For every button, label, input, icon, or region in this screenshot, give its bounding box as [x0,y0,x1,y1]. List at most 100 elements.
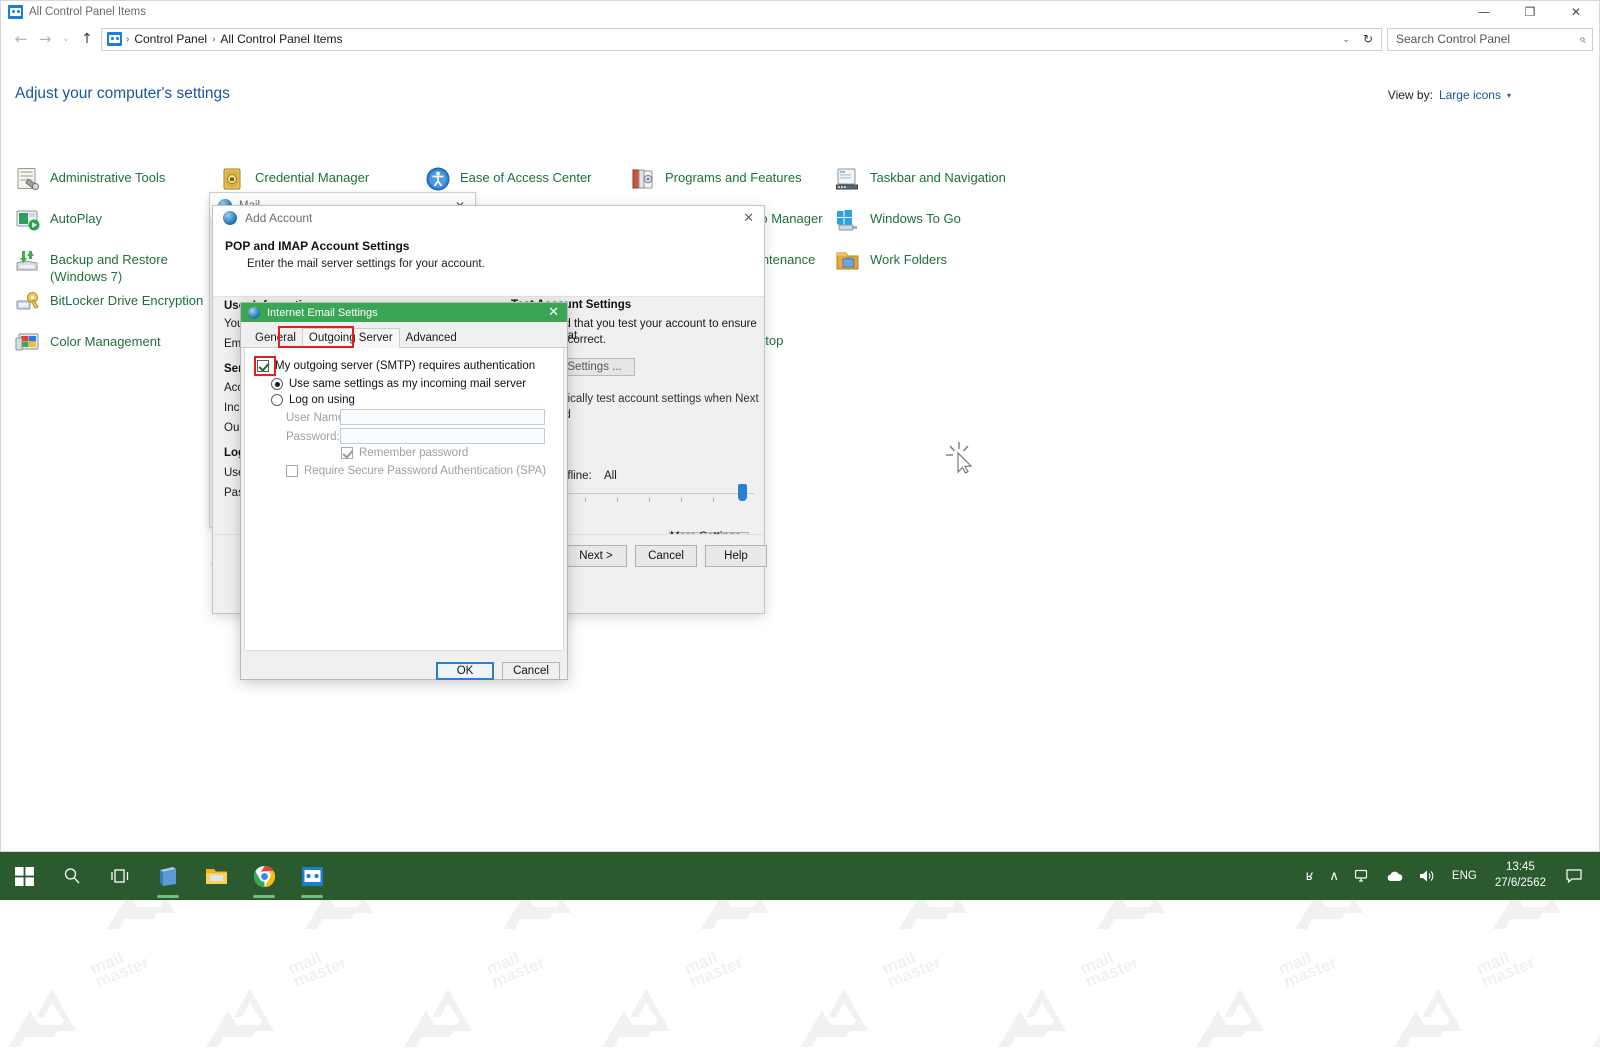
taskbar: ʁ ∧ ENG 13:45 27/6/2562 [0,852,1600,900]
require-spa-row[interactable]: Require Secure Password Authentication (… [286,465,546,477]
control-panel-item-label: Backup and Restore (Windows 7) [50,248,208,285]
add-account-header: POP and IMAP Account Settings Enter the … [213,230,764,297]
watermark-logo [204,974,278,1064]
mail-offline-slider-track[interactable] [558,493,754,494]
grid-empty-cell [835,327,1040,368]
control-panel-item-bitlocker-drive-encryption[interactable]: BitLocker Drive Encryption [15,286,220,327]
cancel-button[interactable]: Cancel [635,545,697,567]
watermark-logo [1392,974,1466,1064]
network-icon[interactable] [1347,852,1378,900]
password-input[interactable] [340,428,545,444]
taskbar-app-chrome[interactable] [240,852,288,900]
smtp-auth-label: My outgoing server (SMTP) requires authe… [275,360,535,372]
credential-manager-icon [220,166,246,192]
mouse-cursor [946,442,972,474]
taskbar-app-control-panel[interactable] [288,852,336,900]
up-button[interactable]: ↑ [75,27,99,51]
show-desktop-button[interactable] [1590,852,1600,900]
volume-icon[interactable] [1411,852,1444,900]
breadcrumb-item-control-panel[interactable]: Control Panel [130,32,211,46]
require-spa-checkbox[interactable] [286,465,298,477]
search-icon[interactable]: ⌕ [1579,32,1586,47]
ies-cancel-button[interactable]: Cancel [502,662,560,680]
smtp-auth-row[interactable]: My outgoing server (SMTP) requires authe… [257,360,535,372]
control-panel-item-label: Taskbar and Navigation [870,166,1006,186]
watermark-logo [798,974,872,1064]
recent-locations-button[interactable]: ⌄ [57,27,75,51]
tab-general[interactable]: General [249,329,302,347]
control-panel-item-programs-and-features[interactable]: Programs and Features [630,163,835,204]
require-spa-label: Require Secure Password Authentication (… [304,465,546,477]
control-panel-item-work-folders[interactable]: Work Folders [835,245,1040,286]
slider-tick [649,497,650,502]
control-panel-item-label: Administrative Tools [50,166,165,186]
chevron-up-icon[interactable]: ∧ [1321,852,1347,900]
user-name-input[interactable] [340,409,545,425]
search-input[interactable]: Search Control Panel ⌕ [1387,28,1593,51]
control-panel-item-backup-and-restore-windows-7[interactable]: Backup and Restore (Windows 7) [15,245,220,286]
people-icon[interactable]: ʁ [1298,852,1322,900]
search-icon [63,867,81,885]
control-panel-item-autoplay[interactable]: AutoPlay [15,204,220,245]
control-panel-item-windows-to-go[interactable]: Windows To Go [835,204,1040,245]
control-panel-item-label: Ease of Access Center [460,166,592,186]
onedrive-icon[interactable] [1378,852,1411,900]
address-dropdown-icon[interactable]: ⌄ [1335,34,1357,45]
control-panel-item-taskbar-and-navigation[interactable]: Taskbar and Navigation [835,163,1040,204]
action-center-icon[interactable] [1558,852,1590,900]
start-button[interactable] [0,852,48,900]
same-settings-row[interactable]: Use same settings as my incoming mail se… [271,378,526,390]
watermark-text: mailmaster [287,943,350,991]
remember-password-row[interactable]: Remember password [341,447,468,459]
work-folders-icon [835,248,861,274]
view-by-label: View by: [1388,88,1433,102]
close-button[interactable]: ✕ [1553,1,1599,23]
language-indicator[interactable]: ENG [1444,852,1485,900]
mail-offline-slider-thumb[interactable] [738,484,747,501]
smtp-auth-checkbox[interactable] [257,360,269,372]
taskbar-app-file-explorer[interactable] [192,852,240,900]
clock-time: 13:45 [1506,860,1535,876]
ies-close-icon[interactable]: ✕ [548,305,559,320]
refresh-icon[interactable]: ↻ [1357,32,1379,46]
maximize-button[interactable]: ❐ [1507,1,1553,23]
help-button[interactable]: Help [705,545,767,567]
watermark-text: mailmaster [1079,943,1142,991]
add-account-heading: POP and IMAP Account Settings [225,239,764,253]
color-management-icon [15,330,41,356]
add-account-titlebar: Add Account ✕ [213,206,764,230]
add-account-title: Add Account [245,211,312,225]
slider-tick [681,497,682,502]
task-view-button[interactable] [96,852,144,900]
log-on-using-row[interactable]: Log on using [271,394,355,406]
view-by-value[interactable]: Large icons [1439,88,1501,102]
next-button[interactable]: Next > [565,545,627,567]
breadcrumb-root-icon[interactable] [107,32,122,46]
log-on-using-radio[interactable] [271,394,283,406]
control-panel-item-administrative-tools[interactable]: Administrative Tools [15,163,220,204]
back-button[interactable]: ← [9,27,33,51]
taskbar-app-store[interactable] [144,852,192,900]
taskbar-search-button[interactable] [48,852,96,900]
autoplay-icon [15,207,41,233]
tab-advanced[interactable]: Advanced [400,329,463,347]
chevron-down-icon[interactable]: ▾ [1507,91,1511,100]
test-account-settings-button[interactable]: t Settings ... [558,358,635,376]
breadcrumb-item-all-items[interactable]: All Control Panel Items [216,32,346,46]
label-email-address: Em [224,338,241,350]
clock[interactable]: 13:45 27/6/2562 [1485,860,1558,891]
ies-titlebar: Internet Email Settings ✕ [241,303,567,322]
watermark-text: mailmaster [485,943,548,991]
ies-title: Internet Email Settings [267,307,378,319]
same-settings-radio[interactable] [271,378,283,390]
breadcrumb[interactable]: › Control Panel › All Control Panel Item… [101,28,1382,51]
add-account-close-icon[interactable]: ✕ [743,211,754,226]
control-panel-item-color-management[interactable]: Color Management [15,327,220,368]
minimize-button[interactable]: — [1461,1,1507,23]
tab-outgoing-server[interactable]: Outgoing Server [302,328,400,348]
page-title: Adjust your computer's settings [15,85,230,103]
remember-password-checkbox[interactable] [341,447,353,459]
window-buttons: — ❐ ✕ [1461,1,1599,23]
ok-button[interactable]: OK [436,662,494,680]
forward-button[interactable]: → [33,27,57,51]
